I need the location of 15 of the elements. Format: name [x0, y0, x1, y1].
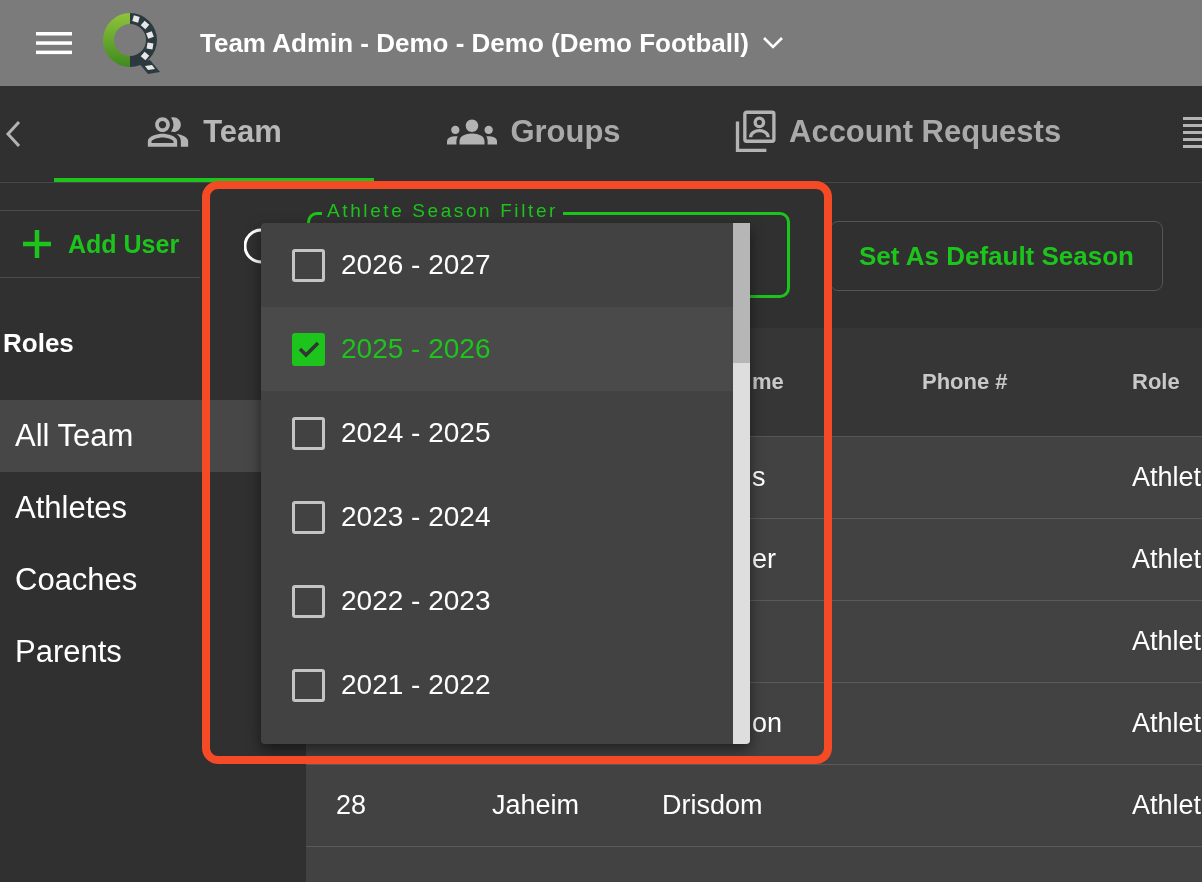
sidebar-heading: Roles: [2, 328, 74, 360]
table-cell: Jaheim: [492, 790, 580, 821]
table-cell: on: [752, 708, 783, 739]
column-header: Role: [1132, 369, 1180, 395]
table-cell: Athlet: [1132, 708, 1202, 739]
table-cell: s: [752, 462, 766, 493]
table-cell: 28: [336, 790, 367, 821]
table-cell: Athlet: [1132, 462, 1202, 493]
table-cell: Athlet: [1132, 544, 1202, 575]
table-cell: Athlet: [1132, 790, 1202, 821]
column-header: Phone #: [922, 369, 1008, 395]
table-cell: Drisdom: [662, 790, 763, 821]
table-cell: Athlet: [1132, 626, 1202, 657]
table-cell: er: [752, 544, 776, 575]
column-header: me: [752, 369, 784, 395]
